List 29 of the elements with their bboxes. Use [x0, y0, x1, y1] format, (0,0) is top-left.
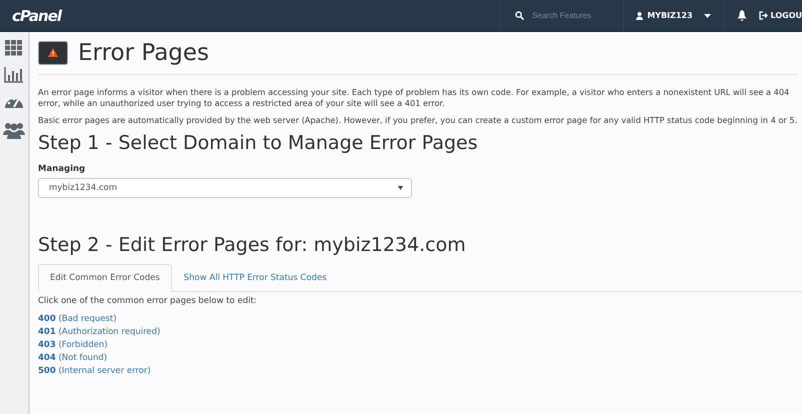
error-page-link[interactable]: 401 (Authorization required): [38, 327, 160, 337]
user-icon: [636, 12, 644, 20]
error-page-link[interactable]: 400 (Bad request): [38, 314, 117, 324]
grid-icon[interactable]: [5, 40, 23, 56]
logout-icon: [758, 11, 768, 20]
user-menu[interactable]: MYBIZ123: [624, 0, 725, 31]
domain-select[interactable]: mybiz1234.com: [38, 178, 412, 198]
instruction-text: Click one of the common error pages below to edit:: [38, 296, 258, 306]
error-page-link[interactable]: 403 (Forbidden): [38, 340, 108, 350]
tab[interactable]: Edit Common Error Codes: [38, 264, 172, 292]
warning-icon: [38, 41, 68, 65]
description-text: Basic error pages are automatically provided by the web server (Apache). However, if you prefer, you can create a custom error page for any valid HTTP status code beginning in 4 or 5.: [38, 115, 798, 126]
tab[interactable]: Show All HTTP Error Status Codes: [172, 264, 338, 292]
bell-icon[interactable]: [736, 10, 747, 21]
logo[interactable]: cPanel: [12, 6, 62, 24]
section-heading: Step 1 - Select Domain to Manage Error Pages: [38, 132, 479, 154]
search-field[interactable]: Search Features: [532, 11, 612, 20]
field-label: Managing: [38, 164, 86, 174]
logout-link[interactable]: LOGOU: [758, 11, 802, 20]
caret-icon: [398, 186, 403, 190]
search-icon: [515, 11, 524, 20]
users-icon[interactable]: [3, 121, 25, 139]
bar-chart-icon[interactable]: [4, 67, 24, 83]
page-title: Error Pages: [78, 40, 210, 66]
error-page-link[interactable]: 404 (Not found): [38, 353, 108, 363]
section-heading: Step 2 - Edit Error Pages for: mybiz1234.com: [38, 234, 467, 256]
description-text: An error page informs a visitor when there is a problem accessing your site. Each type of problem has its own code. For example, a visitor who enters a nonexistent URL will see a 404 error, while an unauthorized user trying to access a restricted area of your site will see a 401 error.: [38, 87, 790, 109]
caret-icon: [702, 12, 712, 18]
error-page-link[interactable]: 500 (Internal server error): [38, 366, 151, 376]
